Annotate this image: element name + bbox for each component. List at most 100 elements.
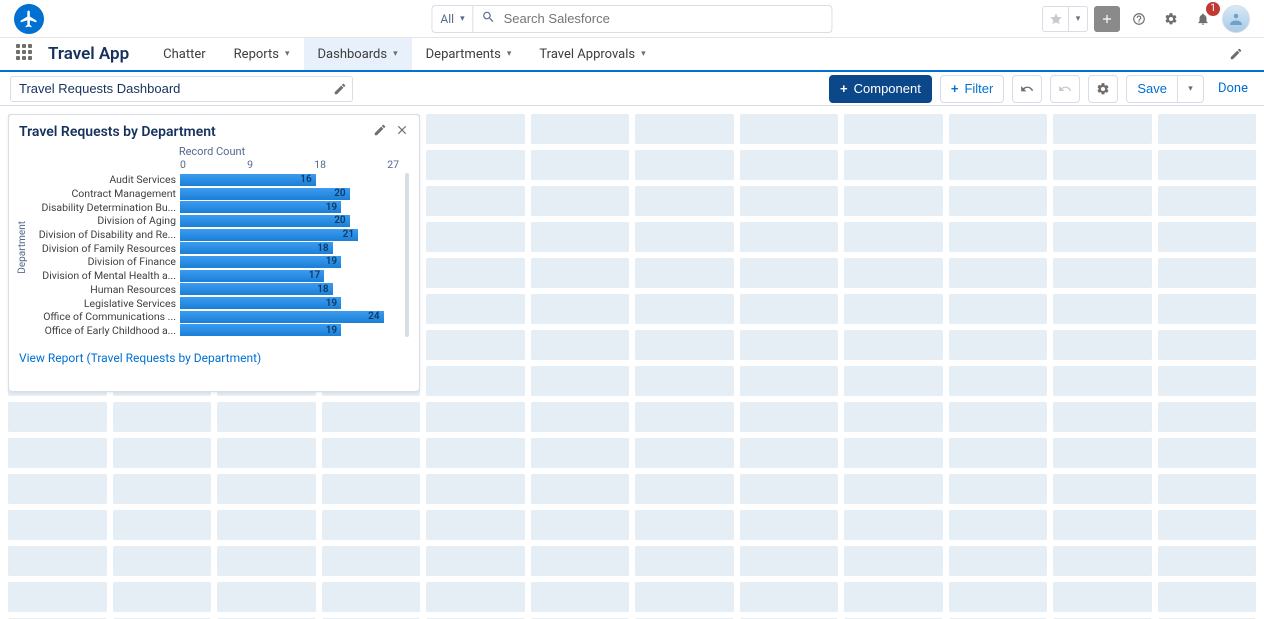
grid-placeholder-cell [740,150,839,180]
grid-placeholder-cell [844,402,943,432]
chart-bar-row: Audit Services16 [30,173,409,187]
grid-placeholder-cell [1053,402,1152,432]
global-actions-button[interactable] [1094,6,1120,32]
grid-placeholder-cell [635,474,734,504]
grid-placeholder-cell [426,438,525,468]
grid-placeholder-cell [740,402,839,432]
grid-placeholder-cell [740,438,839,468]
save-menu-button[interactable]: ▾ [1178,75,1204,103]
grid-placeholder-cell [949,402,1048,432]
grid-placeholder-cell [949,330,1048,360]
chart-bar-track: 19 [180,201,409,213]
grid-placeholder-cell [1053,114,1152,144]
chart-bar-value: 19 [326,202,337,213]
grid-placeholder-cell [322,402,421,432]
chart-bar[interactable]: 18 [180,283,333,295]
chart-bar[interactable]: 19 [180,297,341,309]
chart-bar[interactable]: 19 [180,201,341,213]
grid-placeholder-cell [635,150,734,180]
component-close-button[interactable] [395,123,409,141]
chart-bar[interactable]: 19 [180,324,341,336]
chart-scrollbar[interactable] [405,173,409,337]
grid-placeholder-cell [844,582,943,612]
done-button[interactable]: Done [1212,81,1254,96]
nav-edit-button[interactable] [1224,42,1248,66]
grid-placeholder-cell [635,258,734,288]
chart-bar[interactable]: 20 [180,188,350,200]
chart-bar-row: Division of Aging20 [30,214,409,228]
grid-placeholder-cell [1158,366,1257,396]
chart-bar[interactable]: 24 [180,311,384,323]
dashboard-properties-button[interactable] [1088,75,1118,103]
grid-placeholder-cell [1158,150,1257,180]
grid-placeholder-cell [531,438,630,468]
grid-placeholder-cell [1053,294,1152,324]
chart-bar-track: 19 [180,324,409,336]
grid-placeholder-cell [635,510,734,540]
chart-bar-row: Division of Family Resources18 [30,241,409,255]
search-input[interactable] [504,11,832,26]
favorite-button[interactable] [1042,6,1068,32]
nav-tab-reports[interactable]: Reports▾ [220,38,304,70]
nav-tab-travel-approvals[interactable]: Travel Approvals▾ [525,38,659,70]
gear-icon [1096,82,1110,96]
chart-bar[interactable]: 17 [180,270,324,282]
chevron-down-icon: ▾ [641,49,646,59]
grid-placeholder-cell [740,222,839,252]
app-launcher[interactable] [16,44,36,64]
grid-placeholder-cell [949,294,1048,324]
grid-placeholder-cell [531,474,630,504]
chart-category-label: Division of Finance [30,255,180,268]
chart-component-card[interactable]: Travel Requests by Department Record Cou… [8,114,420,392]
chart-bar-track: 19 [180,256,409,268]
redo-button[interactable] [1050,75,1080,103]
grid-placeholder-cell [635,114,734,144]
component-edit-button[interactable] [373,123,387,141]
help-button[interactable] [1126,6,1152,32]
grid-placeholder-cell [1053,222,1152,252]
nav-tab-dashboards[interactable]: Dashboards▾ [304,38,412,70]
app-name: Travel App [48,44,129,64]
app-logo[interactable] [14,4,44,34]
grid-placeholder-cell [844,222,943,252]
nav-tab-departments[interactable]: Departments▾ [412,38,526,70]
notifications-button[interactable]: 1 [1190,6,1216,32]
dashboard-title-input[interactable] [10,76,330,102]
grid-placeholder-cell [426,222,525,252]
grid-placeholder-cell [635,366,734,396]
grid-placeholder-cell [322,546,421,576]
chart-bar-track: 19 [180,297,409,309]
save-button[interactable]: Save [1126,75,1178,103]
add-component-button[interactable]: + Component [829,75,932,103]
grid-placeholder-cell [949,438,1048,468]
grid-placeholder-cell [217,510,316,540]
chart-bar[interactable]: 16 [180,174,316,186]
grid-placeholder-cell [1053,438,1152,468]
undo-button[interactable] [1012,75,1042,103]
grid-placeholder-cell [426,474,525,504]
avatar[interactable] [1222,5,1250,33]
star-icon [1049,12,1063,26]
search-scope-dropdown[interactable]: All ▾ [431,5,472,33]
grid-placeholder-cell [1053,186,1152,216]
grid-placeholder-cell [426,258,525,288]
grid-placeholder-cell [113,582,212,612]
chart-bar[interactable]: 20 [180,215,350,227]
notification-badge: 1 [1206,2,1220,16]
add-filter-button[interactable]: + Filter [940,75,1004,103]
view-report-link[interactable]: View Report (Travel Requests by Departme… [9,345,419,371]
setup-button[interactable] [1158,6,1184,32]
chart-bar[interactable]: 19 [180,256,341,268]
grid-placeholder-cell [1158,438,1257,468]
chart-bar-value: 20 [334,215,345,226]
chart-bar[interactable]: 18 [180,242,333,254]
grid-placeholder-cell [426,330,525,360]
dashboard-title-edit-button[interactable] [327,76,353,102]
chart-bar[interactable]: 21 [180,229,358,241]
favorite-menu-button[interactable]: ▾ [1068,6,1088,32]
nav-tab-chatter[interactable]: Chatter [149,38,220,70]
grid-placeholder-cell [531,186,630,216]
chart-bar-value: 19 [326,325,337,336]
plus-icon: + [840,81,848,96]
chart-category-label: Human Resources [30,283,180,296]
